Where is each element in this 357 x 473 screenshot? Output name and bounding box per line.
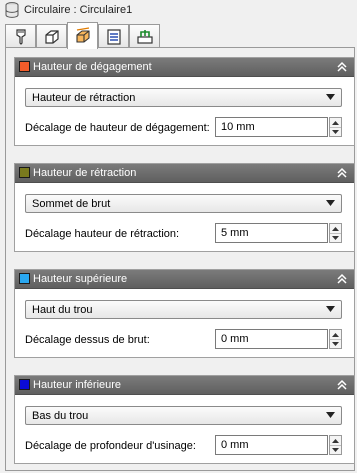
collapse-icon[interactable] [336, 273, 348, 285]
heights-panel: Hauteur de dégagement Hauteur de rétract… [5, 47, 355, 471]
top-offset-spinner[interactable]: 0 mm [215, 329, 343, 349]
section-header[interactable]: Hauteur de rétraction [15, 164, 354, 183]
top-reference-dropdown[interactable]: Haut du trou [25, 300, 342, 319]
arrow-down-icon [332, 235, 339, 240]
chevron-down-icon [326, 412, 335, 418]
top-offset-input[interactable]: 0 mm [215, 329, 328, 349]
input-value: 0 mm [221, 439, 249, 451]
bottom-offset-spinner[interactable]: 0 mm [215, 435, 343, 455]
arrow-up-icon [332, 438, 339, 443]
dropdown-value: Haut du trou [32, 304, 93, 316]
spinner-buttons [329, 223, 342, 243]
decrement-button[interactable] [330, 339, 341, 348]
tab-passes[interactable] [98, 24, 129, 48]
section-title: Hauteur inférieure [33, 379, 122, 391]
chevron-down-icon [326, 306, 335, 312]
window-title: Circulaire : Circulaire1 [24, 4, 133, 16]
dropdown-value: Sommet de brut [32, 198, 111, 210]
input-value: 0 mm [221, 333, 249, 345]
collapse-icon[interactable] [336, 379, 348, 391]
heights-icon [75, 27, 90, 43]
tab-linking[interactable] [129, 24, 160, 48]
arrow-down-icon [332, 341, 339, 346]
retract-reference-dropdown[interactable]: Sommet de brut [25, 194, 342, 213]
arrow-up-icon [332, 332, 339, 337]
spinner-buttons [329, 329, 342, 349]
collapse-icon[interactable] [336, 167, 348, 179]
tab-heights[interactable] [67, 22, 98, 49]
bottom-offset-input[interactable]: 0 mm [215, 435, 328, 455]
color-swatch [19, 167, 30, 178]
section-header[interactable]: Hauteur supérieure [15, 270, 354, 289]
offset-label: Décalage de hauteur de dégagement: [25, 122, 210, 134]
spinner-buttons [329, 117, 342, 137]
decrement-button[interactable] [330, 127, 341, 136]
arrow-up-icon [332, 226, 339, 231]
offset-label: Décalage hauteur de rétraction: [25, 228, 180, 240]
section-title: Hauteur supérieure [33, 273, 128, 285]
section-clearance-height: Hauteur de dégagement Hauteur de rétract… [14, 57, 355, 146]
offset-label: Décalage dessus de brut: [25, 334, 150, 346]
section-header[interactable]: Hauteur de dégagement [15, 58, 354, 77]
section-retract-height: Hauteur de rétraction Sommet de brut Déc… [14, 163, 355, 252]
arrow-down-icon [332, 129, 339, 134]
tab-tool[interactable] [5, 24, 36, 48]
arrow-down-icon [332, 447, 339, 452]
tab-strip [5, 22, 355, 49]
input-value: 10 mm [221, 121, 255, 133]
arrow-up-icon [332, 120, 339, 125]
color-swatch [19, 61, 30, 72]
decrement-button[interactable] [330, 445, 341, 454]
passes-icon [106, 28, 121, 45]
bottom-reference-dropdown[interactable]: Bas du trou [25, 406, 342, 425]
section-title: Hauteur de dégagement [33, 61, 152, 73]
collapse-icon[interactable] [336, 61, 348, 73]
retract-offset-input[interactable]: 5 mm [215, 223, 328, 243]
spinner-buttons [329, 435, 342, 455]
offset-label: Décalage de profondeur d'usinage: [25, 440, 196, 452]
decrement-button[interactable] [330, 233, 341, 242]
input-value: 5 mm [221, 227, 249, 239]
section-bottom-height: Hauteur inférieure Bas du trou Décalage … [14, 375, 355, 464]
title-bar: Circulaire : Circulaire1 [0, 0, 357, 20]
tool-icon [15, 28, 26, 45]
clearance-offset-input[interactable]: 10 mm [215, 117, 328, 137]
chevron-down-icon [326, 94, 335, 100]
color-swatch [19, 273, 30, 284]
clearance-offset-spinner[interactable]: 10 mm [215, 117, 343, 137]
section-top-height: Hauteur supérieure Haut du trou Décalage… [14, 269, 355, 358]
database-icon [5, 2, 19, 18]
chevron-down-icon [326, 200, 335, 206]
dropdown-value: Hauteur de rétraction [32, 92, 136, 104]
clearance-reference-dropdown[interactable]: Hauteur de rétraction [25, 88, 342, 107]
dropdown-value: Bas du trou [32, 410, 89, 422]
section-title: Hauteur de rétraction [33, 167, 137, 179]
section-header[interactable]: Hauteur inférieure [15, 376, 354, 395]
color-swatch [19, 379, 30, 390]
linking-icon [136, 29, 153, 44]
tab-geometry[interactable] [36, 24, 67, 48]
retract-offset-spinner[interactable]: 5 mm [215, 223, 343, 243]
stock-box-icon [44, 29, 59, 44]
